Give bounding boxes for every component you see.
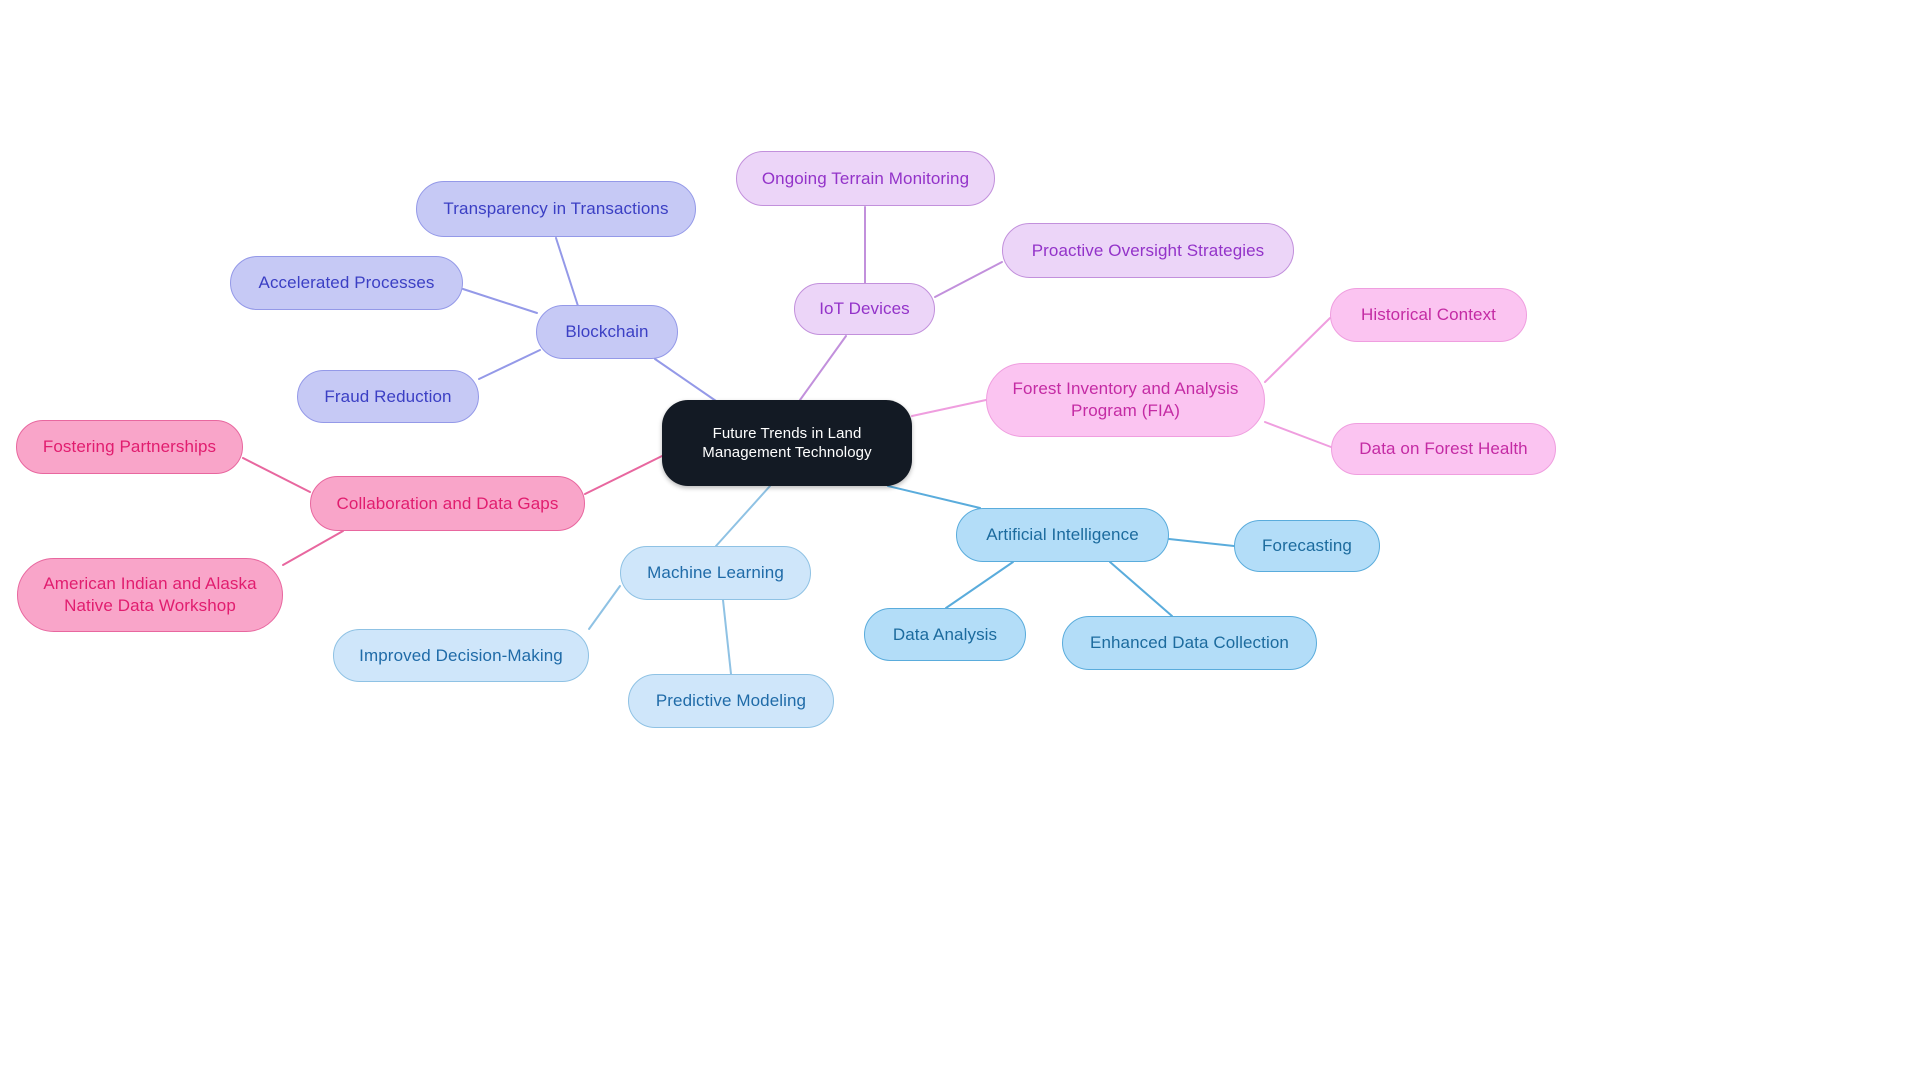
mindmap-edge: [555, 237, 579, 307]
mindmap-edge: [478, 349, 541, 380]
mindmap-node-historical[interactable]: Historical Context: [1330, 288, 1527, 342]
mindmap-node-data_analysis[interactable]: Data Analysis: [864, 608, 1026, 661]
mindmap-node-fraud[interactable]: Fraud Reduction: [297, 370, 479, 423]
mindmap-canvas: Future Trends in Land Management Technol…: [0, 0, 1920, 1083]
mindmap-node-forecasting[interactable]: Forecasting: [1234, 520, 1380, 572]
mindmap-edge: [799, 335, 847, 401]
mindmap-node-collaboration[interactable]: Collaboration and Data Gaps: [310, 476, 585, 531]
mindmap-edge: [1168, 538, 1235, 547]
mindmap-node-improved_decision[interactable]: Improved Decision-Making: [333, 629, 589, 682]
mindmap-node-workshop[interactable]: American Indian and Alaska Native Data W…: [17, 558, 283, 632]
mindmap-edge: [242, 457, 311, 493]
mindmap-edge: [1264, 421, 1332, 448]
mindmap-edge: [715, 485, 771, 547]
mindmap-node-fia[interactable]: Forest Inventory and Analysis Program (F…: [986, 363, 1265, 437]
mindmap-node-accelerated[interactable]: Accelerated Processes: [230, 256, 463, 310]
mindmap-node-proactive[interactable]: Proactive Oversight Strategies: [1002, 223, 1294, 278]
mindmap-node-predictive[interactable]: Predictive Modeling: [628, 674, 834, 728]
mindmap-edge: [282, 530, 344, 566]
mindmap-node-ongoing_terrain[interactable]: Ongoing Terrain Monitoring: [736, 151, 995, 206]
mindmap-edge: [934, 261, 1003, 298]
mindmap-node-root[interactable]: Future Trends in Land Management Technol…: [662, 400, 912, 486]
mindmap-node-forest_health[interactable]: Data on Forest Health: [1331, 423, 1556, 475]
mindmap-node-ml[interactable]: Machine Learning: [620, 546, 811, 600]
mindmap-edge: [945, 561, 1014, 609]
mindmap-edge: [911, 399, 987, 417]
mindmap-edge: [584, 455, 663, 495]
mindmap-node-transparency[interactable]: Transparency in Transactions: [416, 181, 696, 237]
mindmap-edge: [462, 288, 538, 314]
mindmap-node-fostering[interactable]: Fostering Partnerships: [16, 420, 243, 474]
mindmap-edge: [1109, 561, 1173, 617]
mindmap-edge: [588, 585, 621, 630]
mindmap-node-iot[interactable]: IoT Devices: [794, 283, 935, 335]
mindmap-node-ai[interactable]: Artificial Intelligence: [956, 508, 1169, 562]
mindmap-edge: [887, 485, 981, 509]
mindmap-node-blockchain[interactable]: Blockchain: [536, 305, 678, 359]
mindmap-edge: [1264, 317, 1331, 383]
mindmap-edge: [654, 358, 717, 402]
mindmap-node-enhanced_collection[interactable]: Enhanced Data Collection: [1062, 616, 1317, 670]
mindmap-edge: [722, 599, 732, 675]
